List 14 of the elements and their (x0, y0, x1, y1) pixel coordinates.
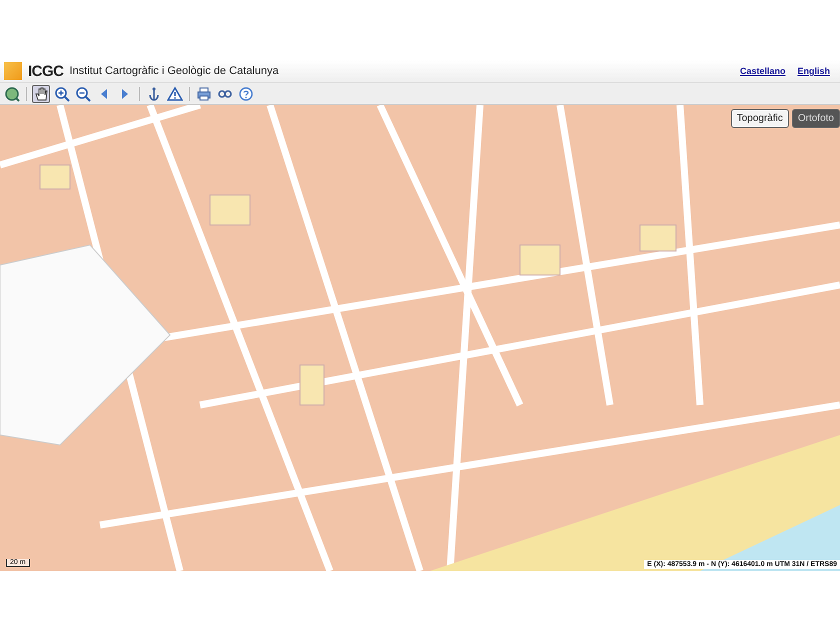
warning-icon[interactable] (166, 84, 184, 102)
zoom-out-icon[interactable] (74, 84, 92, 102)
printer-icon[interactable] (195, 84, 213, 102)
language-link[interactable]: English (797, 66, 830, 76)
hand-icon[interactable] (32, 84, 50, 102)
zoom-in-icon[interactable] (53, 84, 71, 102)
logo-text: ICGC (28, 62, 64, 80)
site-title: Institut Cartogràfic i Geològic de Catalunya (70, 65, 280, 77)
help-icon[interactable] (237, 84, 255, 102)
logo-icon (4, 62, 22, 80)
base-layer-button[interactable]: Ortofoto (792, 109, 840, 128)
zoom-extent-icon[interactable] (3, 84, 21, 102)
base-layer-button[interactable]: Topogràfic (730, 109, 789, 128)
language-link[interactable]: Castellano (740, 66, 786, 76)
